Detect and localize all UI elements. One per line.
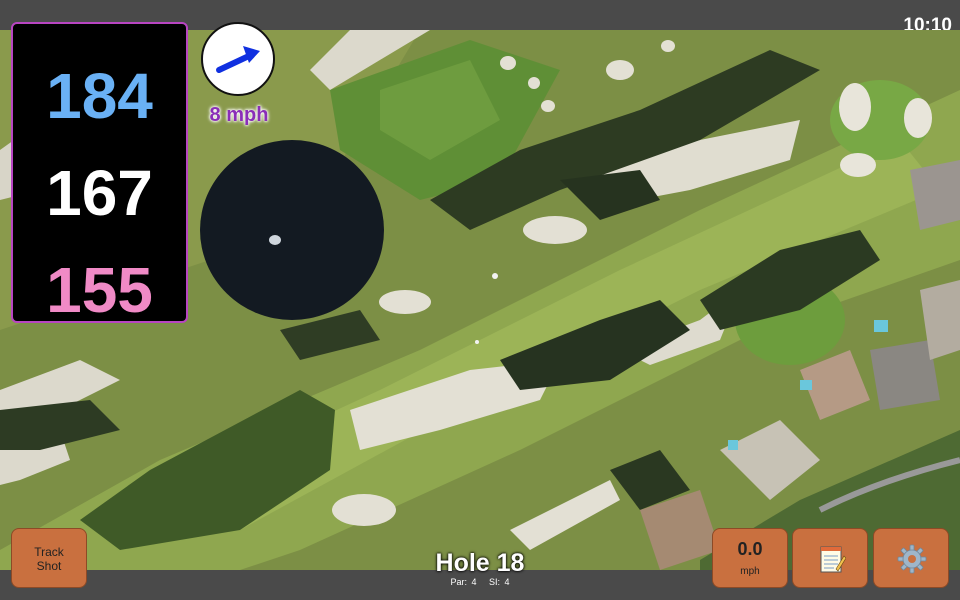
hole-title: Hole 18 — [435, 549, 525, 577]
notepad-icon — [820, 546, 846, 573]
wind-indicator — [201, 22, 275, 96]
track-shot-line2: Shot — [36, 559, 62, 573]
hole-info: Par: 4 SI: 4 — [380, 577, 580, 587]
track-shot-label: Track Shot — [12, 545, 86, 573]
notes-button[interactable] — [792, 528, 868, 588]
hole-si: SI: 4 — [489, 577, 510, 587]
wind-arrow-icon — [216, 46, 260, 73]
hole-par: Par: 4 — [450, 577, 477, 587]
track-shot-button[interactable]: Track Shot — [11, 528, 87, 588]
middle-distance: 167 — [46, 157, 153, 229]
speed-button[interactable]: 0.0 mph — [712, 528, 788, 588]
settings-button[interactable] — [873, 528, 949, 588]
speed-unit: mph — [740, 566, 760, 577]
track-shot-line1: Track — [34, 545, 64, 559]
wind-speed-label: 8 mph — [209, 104, 269, 126]
gear-icon — [897, 544, 927, 574]
speed-value: 0.0 — [737, 539, 763, 559]
distance-panel: 184 167 155 — [11, 22, 188, 323]
back-distance: 184 — [46, 60, 153, 132]
front-distance: 155 — [46, 254, 153, 326]
